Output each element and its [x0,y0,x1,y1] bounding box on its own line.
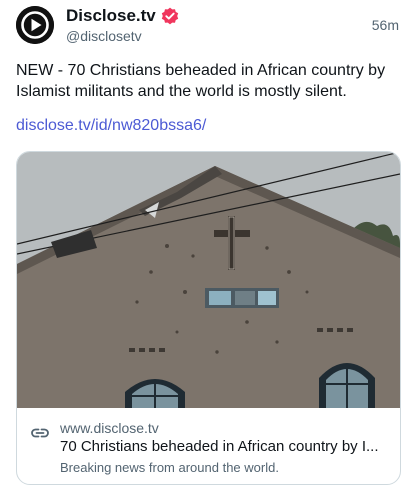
author-handle[interactable]: @disclosetv [66,28,142,44]
post-text: NEW - 70 Christians beheaded in African … [16,62,386,100]
author-name-row: Disclose.tv [66,6,179,26]
link-preview-card[interactable]: www.disclose.tv 70 Christians beheaded i… [16,151,401,485]
play-logo-icon [16,6,54,44]
avatar[interactable] [16,6,54,44]
post: Disclose.tv @disclosetv 56m NEW - 70 Chr… [0,0,415,500]
post-link[interactable]: disclose.tv/id/nw820bssa6/ [16,117,206,135]
card-footer[interactable]: www.disclose.tv 70 Christians beheaded i… [17,408,400,484]
author-display-name[interactable]: Disclose.tv [66,6,156,26]
link-icon [31,428,49,438]
card-description: Breaking news from around the world. [60,460,279,475]
card-domain: www.disclose.tv [60,420,159,436]
verified-badge-icon [161,7,179,25]
card-image[interactable] [17,152,400,408]
post-timestamp[interactable]: 56m [372,17,399,33]
card-title[interactable]: 70 Christians beheaded in African countr… [60,438,390,455]
